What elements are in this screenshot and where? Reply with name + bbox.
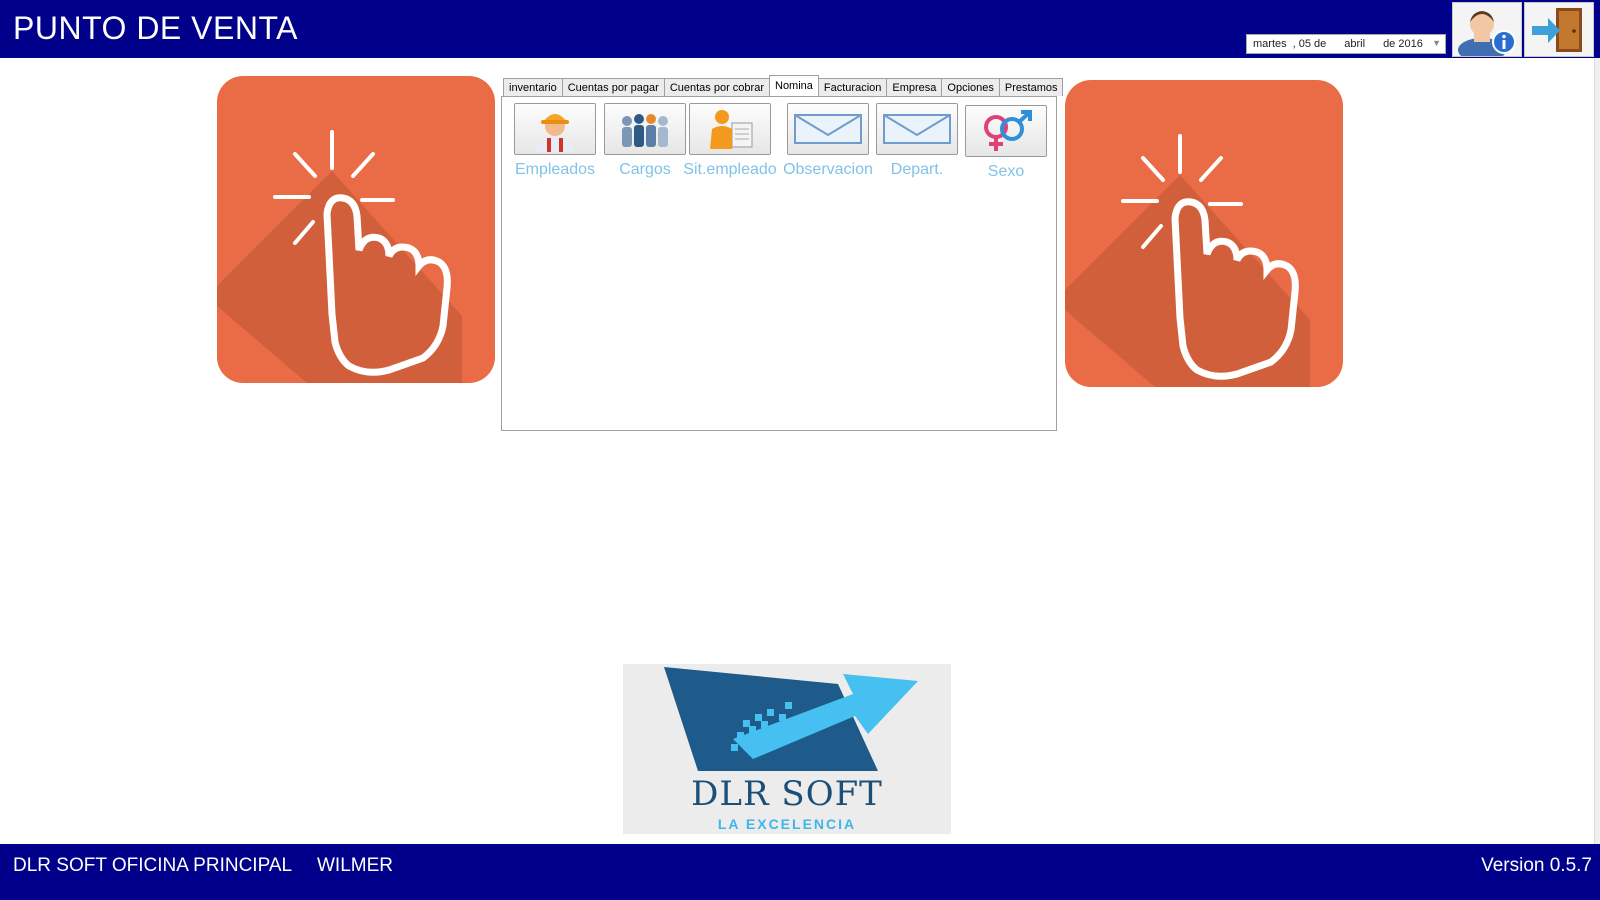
envelope-icon [794, 114, 862, 144]
worker-icon [535, 114, 575, 152]
logo-name: DLR SOFT [691, 774, 883, 814]
current-user: WILMER [317, 855, 393, 876]
tap-hand-icon [1065, 134, 1310, 387]
sexo-tool: Sexo [963, 105, 1049, 181]
group-people-icon [622, 114, 668, 147]
tab-prestamos[interactable]: Prestamos [998, 78, 1064, 96]
sexo-label: Sexo [987, 163, 1025, 180]
window-right-edge [1594, 58, 1600, 844]
sexo-button[interactable] [965, 105, 1047, 157]
tab-cuentas-por-cobrar[interactable]: Cuentas por cobrar [663, 78, 770, 96]
app-title: PUNTO DE VENTA [13, 10, 298, 46]
logo-arrow-graphic [664, 667, 918, 771]
date-month: abril [1344, 38, 1366, 50]
user-info-button[interactable] [1452, 2, 1522, 57]
date-day: , 05 de [1292, 38, 1327, 50]
sit-empleado-label: Sit.empleado [683, 161, 777, 178]
exit-door-icon [1532, 7, 1582, 52]
observacion-label: Observacion [783, 161, 873, 178]
tab-nomina[interactable]: Nomina [769, 75, 819, 96]
tab-inventario[interactable]: inventario [503, 78, 563, 96]
observacion-tool: Observacion [780, 103, 876, 179]
depart-tool: Depart. [874, 103, 960, 179]
empleados-label: Empleados [514, 161, 596, 178]
depart-button[interactable] [876, 103, 958, 155]
user-info-icon [1458, 10, 1516, 56]
office-name: DLR SOFT OFICINA PRINCIPAL [13, 855, 293, 876]
sit-empleado-button[interactable] [689, 103, 771, 155]
main-window: PUNTO DE VENTA martes , 05 de abril de 2… [0, 0, 1600, 900]
date-weekday: martes [1253, 38, 1287, 50]
chevron-down-icon[interactable]: ▼ [1432, 38, 1441, 48]
gender-symbols-icon [984, 110, 1032, 151]
status-bar: DLR SOFT OFICINA PRINCIPAL WILMER Versio… [0, 844, 1600, 900]
exit-button[interactable] [1524, 2, 1594, 57]
tab-empresa[interactable]: Empresa [886, 78, 943, 96]
observacion-button[interactable] [787, 103, 869, 155]
right-shortcut-tile[interactable] [1065, 80, 1343, 387]
sit-empleado-tool: Sit.empleado [676, 103, 784, 179]
tab-cuentas-por-pagar[interactable]: Cuentas por pagar [561, 78, 665, 96]
left-shortcut-tile[interactable] [217, 76, 495, 383]
cargos-button[interactable] [604, 103, 686, 155]
envelope-icon [883, 114, 951, 144]
date-year: de 2016 [1383, 38, 1423, 50]
company-logo: DLR SOFT LA EXCELENCIA [623, 664, 951, 834]
person-document-icon [710, 110, 753, 149]
empleados-tool: Empleados [512, 103, 598, 179]
tap-hand-icon [217, 130, 462, 383]
depart-label: Depart. [890, 161, 944, 178]
app-version: Version 0.5.7 [1481, 855, 1592, 876]
module-tabs: inventario Cuentas por pagar Cuentas por… [503, 75, 1064, 96]
tab-facturacion[interactable]: Facturacion [817, 78, 888, 96]
date-picker[interactable]: martes , 05 de abril de 2016 ▼ [1246, 34, 1446, 54]
empleados-button[interactable] [514, 103, 596, 155]
header-bar: PUNTO DE VENTA martes , 05 de abril de 2… [0, 0, 1600, 58]
tab-opciones[interactable]: Opciones [941, 78, 1000, 96]
nomina-tab-panel: Empleados Cargos Sit.empleado Observacio… [501, 96, 1057, 431]
logo-slogan: LA EXCELENCIA [717, 816, 857, 832]
